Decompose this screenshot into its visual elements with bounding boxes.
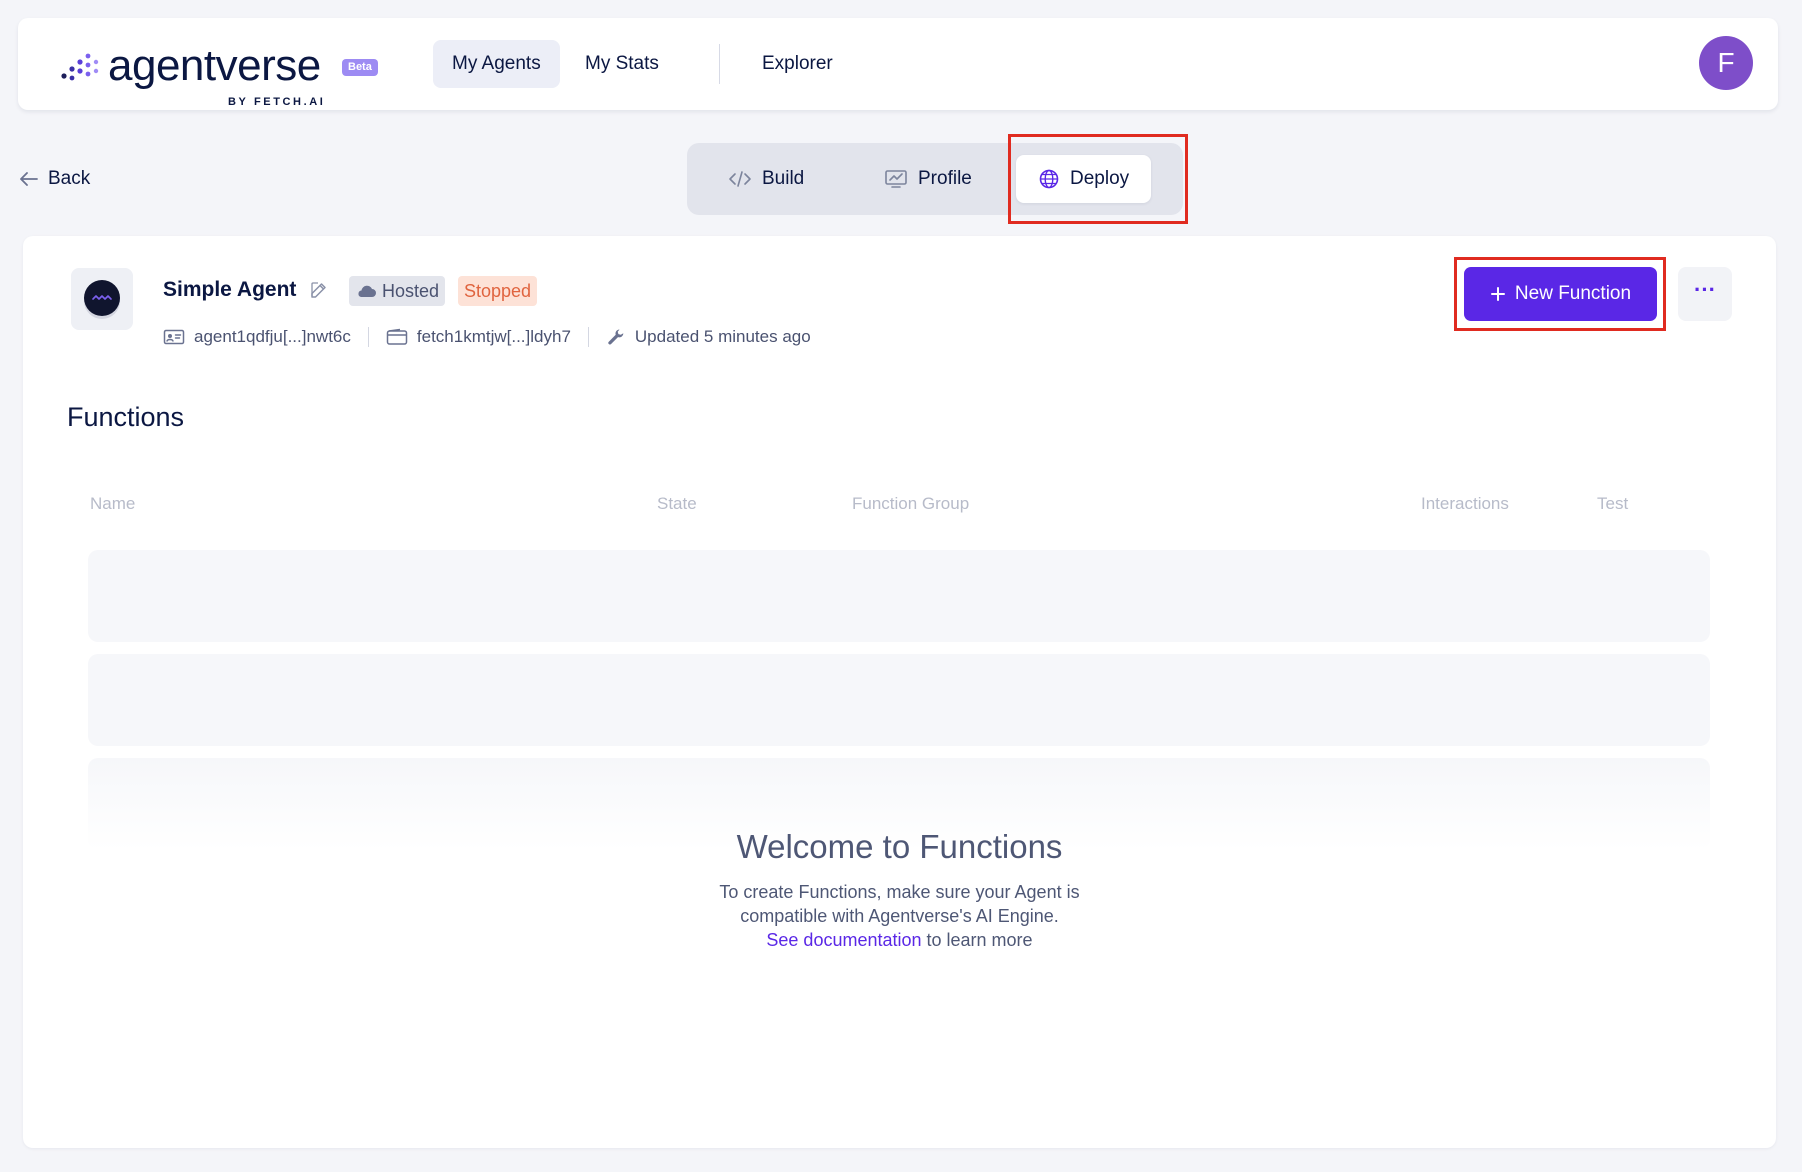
agent-address-text: agent1qdfju[...]nwt6c — [194, 327, 351, 346]
globe-icon — [1039, 169, 1059, 189]
logo-wordmark: agentverse — [108, 41, 321, 90]
wrench-icon — [608, 329, 624, 345]
agent-avatar — [71, 268, 133, 330]
empty-state-line: To create Functions, make sure your Agen… — [719, 882, 1080, 902]
agent-address[interactable]: agent1qdfju[...]nwt6c — [163, 327, 351, 347]
beta-badge: Beta — [342, 59, 378, 76]
user-avatar[interactable]: F — [1699, 36, 1753, 90]
meta-separator — [587, 327, 589, 347]
empty-state-link-suffix: to learn more — [921, 930, 1033, 950]
column-header-test[interactable]: Test — [1597, 494, 1628, 514]
logo-dots-icon — [61, 53, 99, 81]
hosted-badge: Hosted — [349, 276, 446, 306]
more-options-button[interactable]: ··· — [1678, 267, 1732, 321]
back-button[interactable]: Back — [20, 164, 90, 194]
empty-state-text: To create Functions, make sure your Agen… — [23, 880, 1776, 952]
empty-state-line: See documentation to learn more — [23, 928, 1776, 952]
agent-updated-text: Updated 5 minutes ago — [634, 327, 811, 346]
agent-robot-icon — [84, 280, 120, 316]
id-card-icon — [163, 329, 185, 345]
agent-wallet[interactable]: fetch1kmtjw[...]ldyh7 — [386, 327, 571, 347]
nav-my-agents[interactable]: My Agents — [433, 40, 560, 88]
back-label: Back — [48, 168, 91, 189]
column-header-interactions[interactable]: Interactions — [1421, 494, 1509, 514]
agent-wallet-text: fetch1kmtjw[...]ldyh7 — [416, 327, 571, 346]
column-header-function-group[interactable]: Function Group — [852, 494, 969, 514]
column-header-state[interactable]: State — [657, 494, 697, 514]
agentverse-logo[interactable]: agentverse Beta BY FETCH.AI — [42, 32, 378, 108]
agent-updated: Updated 5 minutes ago — [606, 327, 811, 347]
tab-deploy[interactable]: Deploy — [1016, 155, 1152, 203]
nav-divider — [719, 44, 720, 84]
cloud-icon — [358, 285, 376, 297]
documentation-link[interactable]: See documentation — [766, 930, 921, 950]
empty-state-line: compatible with Agentverse's AI Engine. — [740, 906, 1059, 926]
functions-title: Functions — [67, 402, 185, 432]
meta-separator — [367, 327, 369, 347]
logo-byline: BY FETCH.AI — [228, 96, 326, 108]
plus-icon — [1490, 287, 1505, 301]
tab-build-label: Build — [762, 168, 805, 189]
new-function-label: New Function — [1514, 283, 1632, 304]
tab-profile[interactable]: Profile — [862, 155, 994, 203]
code-icon — [729, 171, 751, 187]
arrow-left-icon — [20, 172, 38, 186]
skeleton-row — [88, 654, 1710, 746]
nav-my-stats[interactable]: My Stats — [566, 40, 678, 88]
empty-state-title: Welcome to Functions — [736, 828, 1063, 865]
tab-profile-label: Profile — [918, 168, 972, 189]
edit-icon[interactable] — [309, 280, 329, 300]
wallet-icon — [386, 328, 408, 345]
skeleton-row — [88, 550, 1710, 642]
agent-name: Simple Agent — [163, 278, 297, 301]
tab-deploy-label: Deploy — [1070, 168, 1130, 189]
new-function-button[interactable]: New Function — [1464, 267, 1657, 321]
hosted-label: Hosted — [382, 281, 440, 301]
monitor-chart-icon — [885, 170, 907, 188]
nav-explorer[interactable]: Explorer — [743, 40, 852, 88]
status-badge: Stopped — [458, 276, 538, 306]
agent-tabs: Build Profile Deploy — [687, 143, 1183, 215]
column-header-name[interactable]: Name — [90, 494, 135, 514]
agent-meta: agent1qdfju[...]nwt6c fetch1kmtjw[...]ld… — [163, 324, 811, 350]
agent-card: Simple Agent Hosted Stopped agent1qdfju[… — [23, 236, 1776, 1148]
tab-build[interactable]: Build — [706, 155, 826, 203]
top-navigation: agentverse Beta BY FETCH.AI My Agents My… — [18, 18, 1778, 110]
